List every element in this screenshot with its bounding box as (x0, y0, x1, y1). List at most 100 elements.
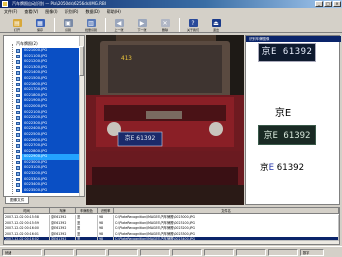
image-file-icon (16, 160, 20, 165)
image-file-icon (16, 54, 20, 59)
image-file-icon (16, 127, 20, 131)
title-bar: 汽车牌照自动识别 — Pla\2050ds\6256ds\IMG.RBI _ □… (0, 0, 342, 8)
left-tab-bar: 图像文件 (3, 197, 85, 205)
app-icon (2, 1, 8, 7)
plate-result-prefix: 京 (260, 163, 269, 173)
recognition-panel: 识别车牌图像 京E 61392 京E 61392 京E 61392 京E 613… (245, 35, 341, 205)
tree-file-label: 0023100.JPG (24, 165, 48, 170)
folder-open-icon: ▤ (12, 19, 22, 27)
grid-column-header[interactable]: 文件名 (114, 208, 339, 214)
toolbar-button-label: 关于我们 (186, 28, 199, 32)
prev-icon: ◀ (114, 19, 124, 27)
toolbar-button-label: 删除 (161, 28, 168, 32)
menu-help[interactable]: 帮助(H) (107, 9, 121, 15)
plate-result: 京E 61392 (260, 161, 334, 175)
menu-data[interactable]: 数据(D) (86, 9, 100, 15)
image-file-icon (16, 110, 20, 115)
status-pane (76, 248, 106, 256)
toolbar-separator (54, 18, 55, 32)
image-file-icon (16, 116, 20, 120)
status-pane (44, 248, 74, 256)
toolbar-button-label: 上一张 (114, 28, 124, 32)
tree-file-label: 0021500.JPG (24, 75, 48, 80)
image-file-icon (16, 166, 20, 171)
toolbar-button-2[interactable]: ▣ 识别 (57, 16, 79, 32)
toolbar-button-8[interactable]: ⏏ 退出 (205, 16, 227, 32)
app-window: 汽车牌照自动识别 — Pla\2050ds\6256ds\IMG.RBI _ □… (0, 0, 342, 257)
tree-file-label: 0021300.JPG (24, 64, 48, 69)
tree-file-label: 0022600.JPG (24, 137, 48, 142)
recognize-icon: ▣ (63, 19, 73, 27)
batch-icon: ▥ (86, 19, 96, 27)
image-file-icon (16, 93, 20, 98)
tree-list: 0021000.JPG 0021100.JPG 0021200.JPG 0021300… (4, 48, 84, 194)
plate-result-letter: E (268, 163, 275, 173)
tree-file-label: 0023200.JPG (24, 171, 48, 176)
image-file-icon (16, 149, 20, 154)
status-pane: 数字 (300, 248, 324, 256)
toolbar-button-3[interactable]: ▥ 批量识别 (80, 16, 102, 32)
tree-file-label: 0021200.JPG (24, 59, 48, 64)
image-file-icon (16, 76, 20, 81)
toolbar-button-6[interactable]: ✕ 删除 (154, 16, 176, 32)
toolbar-button-7[interactable]: ? 关于我们 (182, 16, 204, 32)
scroll-thumb[interactable] (79, 46, 84, 76)
next-icon: ▶ (137, 19, 147, 27)
tree-file-label: 0022800.JPG (24, 148, 48, 153)
plate-gray-crop: 京E 61392 (258, 125, 316, 145)
toolbar-button-label: 下一张 (137, 28, 147, 32)
car-plate: 京E 61392 (124, 135, 156, 142)
grid-column-header[interactable]: 车牌 (50, 208, 76, 214)
maximize-button[interactable]: □ (324, 1, 332, 7)
image-file-icon (16, 155, 20, 159)
toolbar-button-label: 退出 (212, 28, 219, 32)
image-file-icon (16, 65, 20, 70)
image-file-icon (16, 88, 20, 92)
status-pane (236, 248, 266, 256)
grid-horizontal-scrollbar[interactable] (4, 240, 339, 244)
tree-scrollbar[interactable] (79, 36, 84, 196)
grid-column-header[interactable]: 车牌颜色 (76, 208, 98, 214)
tree-root[interactable]: 汽车牌照(2) (4, 40, 84, 48)
status-pane (108, 248, 138, 256)
toolbar: ▤ 打开 ▦ 保存 ▣ 识别 ▥ 批量识别 ◀ 上一张 ▶ 下一张 ✕ 删除? 关于我们 ⏏ 退出 (0, 16, 342, 33)
menu-recognize[interactable]: 识别(R) (65, 9, 79, 15)
tree-file-label: 0022000.JPG (24, 103, 48, 108)
image-file-icon (16, 49, 20, 53)
window-title: 汽车牌照自动识别 — Pla\2050ds\6256ds\IMG.RBI (12, 1, 106, 6)
toolbar-button-label: 保存 (36, 28, 43, 32)
window-controls: _ □ × (315, 1, 341, 7)
grid-column-header[interactable]: 时间 (4, 208, 50, 214)
grid-column-header[interactable]: 识别率 (98, 208, 114, 214)
help-icon: ? (188, 19, 198, 27)
tree-file-label: 0022700.JPG (24, 143, 48, 148)
tree-file-item[interactable]: 0023500.JPG (4, 187, 84, 194)
image-file-icon (16, 104, 20, 109)
status-bar: 就绪 数字 (0, 246, 342, 257)
tree-file-label: 0022200.JPG (24, 115, 48, 120)
tree-file-label: 0022300.JPG (24, 120, 48, 125)
tab-image-files[interactable]: 图像文件 (5, 197, 30, 204)
tree-file-label: 0021700.JPG (24, 87, 48, 92)
grid-header: 时间 车牌 车牌颜色 识别率 文件名 (4, 208, 339, 214)
tree-file-label: 0021000.JPG (24, 48, 48, 52)
save-icon: ▦ (35, 19, 45, 27)
toolbar-button-4[interactable]: ◀ 上一张 (108, 16, 130, 32)
image-file-icon (16, 172, 20, 176)
tree-file-label: 0021400.JPG (24, 70, 48, 75)
tree-file-label: 0022100.JPG (24, 109, 48, 114)
recognition-panel-title: 识别车牌图像 (246, 36, 341, 42)
toolbar-button-1[interactable]: ▦ 保存 (29, 16, 51, 32)
toolbar-separator (179, 18, 180, 32)
toolbar-button-0[interactable]: ▤ 打开 (6, 16, 28, 32)
toolbar-button-5[interactable]: ▶ 下一张 (131, 16, 153, 32)
image-file-icon (16, 82, 20, 87)
results-grid: 时间 车牌 车牌颜色 识别率 文件名 2007-12-02 00:15:58 京E6139… (3, 207, 340, 245)
minimize-button[interactable]: _ (315, 1, 323, 7)
close-button[interactable]: × (333, 1, 341, 7)
menu-image[interactable]: 图像(I) (45, 9, 57, 15)
menu-view[interactable]: 查看(V) (24, 9, 38, 15)
menu-file[interactable]: 文件(F) (4, 9, 17, 15)
tree-file-label: 0023300.JPG (24, 176, 48, 181)
tree-file-label: 0023000.JPG (24, 159, 48, 164)
